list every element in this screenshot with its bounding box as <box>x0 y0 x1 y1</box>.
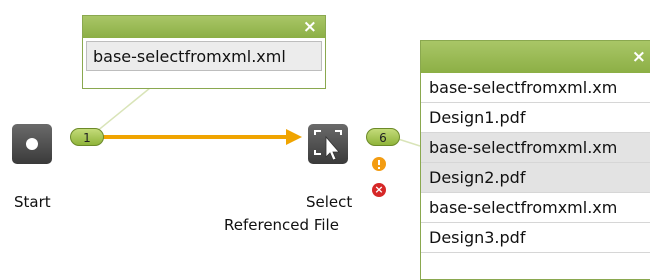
list-item[interactable]: base-selectfromxml.xm <box>421 193 650 223</box>
popup-header: × <box>421 41 650 73</box>
popup-header: × <box>83 16 325 38</box>
list-item[interactable]: base-selectfromxml.xm <box>421 133 650 163</box>
list-item[interactable]: base-selectfromxml.xm <box>421 73 650 103</box>
input-files-popup: × base-selectfromxml.xml <box>82 15 326 89</box>
start-count-badge[interactable]: 1 <box>70 128 104 146</box>
flow-arrow-head <box>286 129 302 145</box>
start-node[interactable] <box>12 124 52 164</box>
warning-icon[interactable] <box>372 157 386 171</box>
list-item[interactable]: Design2.pdf <box>421 163 650 193</box>
cursor-select-icon <box>314 130 342 161</box>
select-referenced-file-node[interactable] <box>308 124 348 164</box>
list-item[interactable]: Design3.pdf <box>421 223 650 253</box>
select-node-label-line1: Select <box>306 193 353 211</box>
start-node-label: Start <box>14 193 51 211</box>
close-icon[interactable]: × <box>632 47 646 67</box>
list-item[interactable]: Design1.pdf <box>421 103 650 133</box>
list-item[interactable]: base-selectfromxml.xml <box>86 41 322 71</box>
circle-icon <box>26 138 38 150</box>
select-count-badge[interactable]: 6 <box>366 128 400 146</box>
close-icon[interactable]: × <box>303 17 317 37</box>
error-icon[interactable]: × <box>372 183 386 197</box>
workflow-canvas: × base-selectfromxml.xml 1 Start 6 × Sel… <box>0 0 650 280</box>
output-files-popup: × base-selectfromxml.xm Design1.pdf base… <box>420 40 650 280</box>
popup1-leader-line <box>95 87 151 133</box>
select-node-label-line2: Referenced File <box>224 216 339 234</box>
